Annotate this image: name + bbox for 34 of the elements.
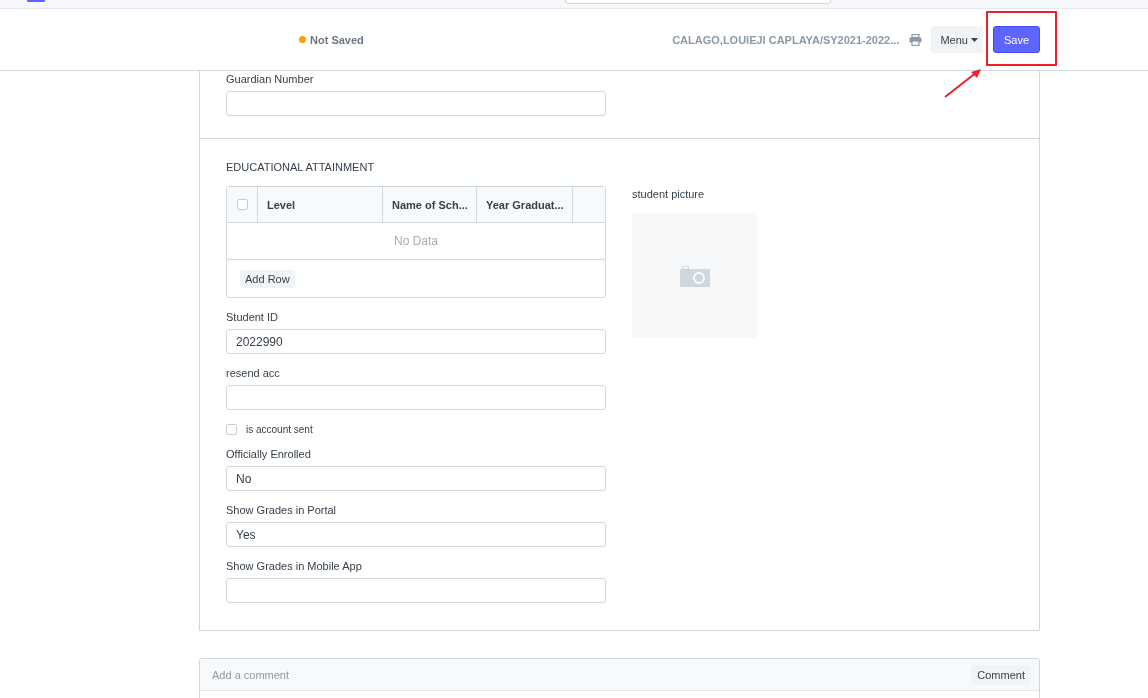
printer-icon[interactable] <box>909 33 923 46</box>
checkbox-label: is account sent <box>246 424 313 435</box>
field-label: Guardian Number <box>226 73 315 85</box>
field-label: Officially Enrolled <box>226 448 312 460</box>
input-field[interactable] <box>226 385 606 410</box>
highlight-rectangle <box>986 11 1057 66</box>
column-header: Level <box>258 187 383 222</box>
field-label: Student ID <box>226 311 279 323</box>
field-label: resend acc <box>226 367 281 379</box>
image-placeholder[interactable] <box>632 213 757 338</box>
field-label: student picture <box>632 188 706 200</box>
add-row-button[interactable]: Add Row <box>240 269 295 288</box>
comment-button[interactable]: Comment <box>971 664 1031 685</box>
save-button[interactable]: Save <box>992 26 1040 53</box>
select-field[interactable] <box>226 578 606 603</box>
input-field[interactable] <box>226 91 606 116</box>
save-status: Not Saved <box>310 33 364 46</box>
checkbox[interactable] <box>236 199 248 210</box>
input-field[interactable]: 2022990 <box>226 329 606 354</box>
caret-icon <box>970 37 978 42</box>
select-field[interactable]: Yes <box>226 522 606 547</box>
menu-button[interactable]: Menu <box>931 26 983 53</box>
checkbox[interactable] <box>226 424 237 435</box>
empty-message: No Data <box>394 234 438 248</box>
select-field[interactable]: No <box>226 466 606 491</box>
status-dot-icon <box>299 36 306 43</box>
document-title: CALAGO,LOUIEJI CAPLAYA/SY2021-2022... <box>672 33 900 46</box>
field-label: Show Grades in Portal <box>226 504 338 516</box>
section-title: EDUCATIONAL ATTAINMENT <box>226 161 376 173</box>
camera-icon <box>679 264 710 287</box>
field-label: Show Grades in Mobile App <box>226 560 363 572</box>
annotation-arrow <box>943 67 983 99</box>
column-header: Year Graduat... <box>477 187 573 222</box>
column-header: Name of Sch... <box>383 187 477 222</box>
